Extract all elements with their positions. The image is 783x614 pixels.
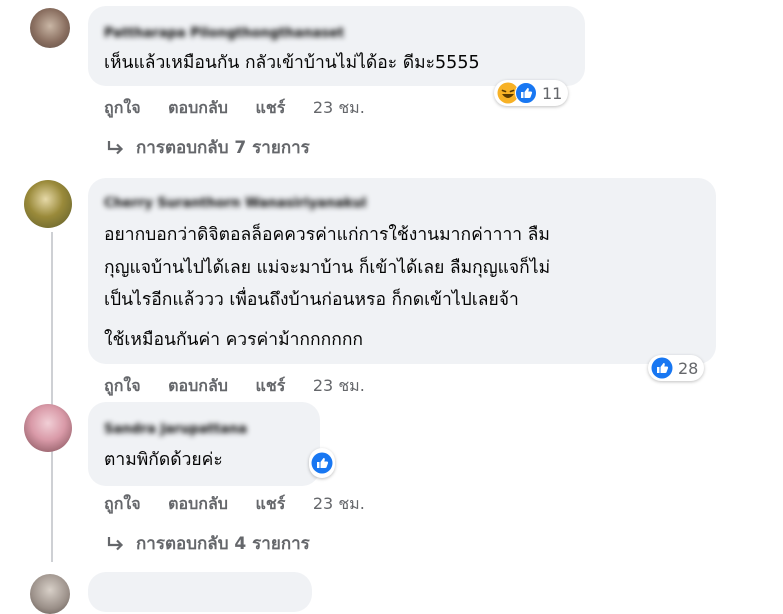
comment-text-line: เป็นไรอีกแล้ววว เพื่อนถึงบ้านก่อนหรอ ก็ก…: [104, 290, 519, 310]
like-link[interactable]: ถูกใจ: [104, 374, 141, 399]
like-link[interactable]: ถูกใจ: [104, 492, 141, 517]
comment-text-line: ใช้เหมือนกันค่า ควรค่าม้ากกกกกก: [104, 330, 364, 350]
like-icon: [651, 357, 673, 379]
reply-arrow-icon: [107, 536, 124, 550]
comment-bubble: [88, 572, 312, 612]
reply-link[interactable]: ตอบกลับ: [168, 374, 228, 399]
like-link[interactable]: ถูกใจ: [104, 96, 141, 121]
comment-actions: ถูกใจ ตอบกลับ แชร์ 23 ชม.: [104, 492, 365, 517]
avatar[interactable]: [30, 8, 70, 48]
thread-connector: [51, 232, 53, 562]
comment-actions: ถูกใจ ตอบกลับ แชร์ 23 ชม.: [104, 96, 365, 121]
comment-actions: ถูกใจ ตอบกลับ แชร์ 23 ชม.: [104, 374, 365, 399]
comment-text-line: กุญแจบ้านไปได้เลย แม่จะมาบ้าน ก็เข้าได้เ…: [104, 258, 551, 278]
comment-author[interactable]: Pattharapa Pilongthongthanaset: [104, 26, 344, 41]
avatar[interactable]: [24, 404, 72, 452]
comment-author[interactable]: Sandra Jarupattana: [104, 422, 247, 437]
like-icon: [311, 452, 333, 474]
timestamp[interactable]: 23 ชม.: [313, 492, 365, 517]
replies-label: การตอบกลับ 7 รายการ: [136, 138, 310, 158]
reply-link[interactable]: ตอบกลับ: [168, 96, 228, 121]
view-replies-link[interactable]: การตอบกลับ 4 รายการ: [106, 530, 310, 557]
comment-bubble: Sandra Jarupattana ตามพิกัดด้วยค่ะ: [88, 402, 320, 486]
comment-text: ตามพิกัดด้วยค่ะ: [104, 450, 223, 470]
like-icon: [515, 82, 537, 104]
reaction-count: 11: [542, 83, 563, 103]
comment-bubble: Cherry Suranthorn Wanasiriyanakul อยากบอ…: [88, 178, 716, 364]
comment-author[interactable]: Cherry Suranthorn Wanasiriyanakul: [104, 196, 366, 211]
comment-bubble: Pattharapa Pilongthongthanaset เห็นแล้วเ…: [88, 6, 585, 86]
reply-link[interactable]: ตอบกลับ: [168, 492, 228, 517]
share-link[interactable]: แชร์: [256, 492, 286, 517]
share-link[interactable]: แชร์: [256, 374, 286, 399]
reply-arrow-icon: [107, 140, 124, 154]
reaction-count: 28: [678, 358, 699, 378]
reaction-summary[interactable]: [309, 448, 335, 478]
avatar[interactable]: [24, 180, 72, 228]
avatar[interactable]: [30, 574, 70, 614]
reaction-summary[interactable]: 11: [494, 80, 569, 106]
timestamp[interactable]: 23 ชม.: [313, 96, 365, 121]
replies-label: การตอบกลับ 4 รายการ: [136, 534, 310, 554]
comment-text: เห็นแล้วเหมือนกัน กลัวเข้าบ้านไม่ได้อะ ด…: [104, 53, 480, 73]
timestamp[interactable]: 23 ชม.: [313, 374, 365, 399]
view-replies-link[interactable]: การตอบกลับ 7 รายการ: [106, 134, 310, 161]
reaction-summary[interactable]: 28: [648, 355, 705, 381]
comment-text-line: อยากบอกว่าดิจิตอลล็อคควรค่าแก่การใช้งานม…: [104, 225, 550, 245]
share-link[interactable]: แชร์: [256, 96, 286, 121]
